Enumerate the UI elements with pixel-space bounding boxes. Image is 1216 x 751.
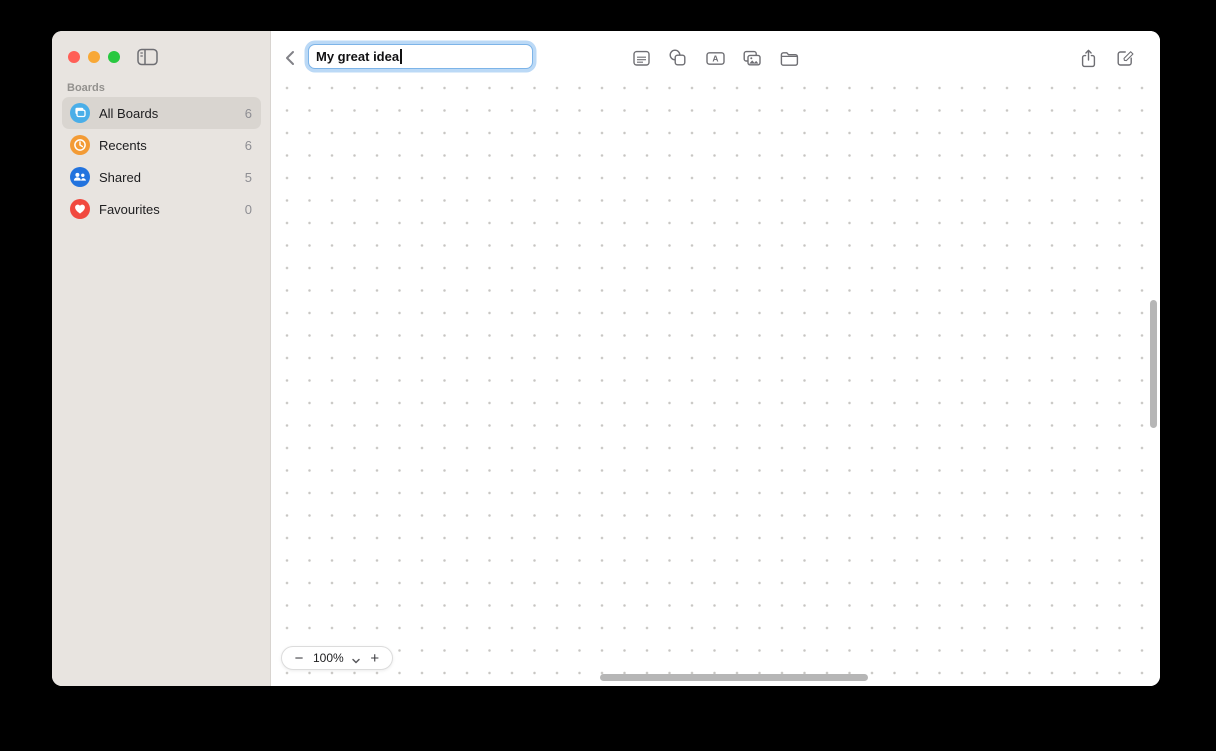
recents-clock-icon [70,135,90,155]
sidebar-item-all-boards[interactable]: All Boards 6 [62,97,261,129]
new-board-icon[interactable] [1114,47,1136,69]
board-title-text: My great idea [316,49,400,64]
note-icon[interactable] [630,47,652,69]
back-button[interactable] [281,48,301,68]
sidebar-toggle-icon[interactable] [137,48,159,66]
horizontal-scrollbar[interactable] [600,674,868,681]
sidebar-item-favourites[interactable]: Favourites 0 [62,193,261,225]
sidebar-nav: All Boards 6 Recents 6 Shared 5 Favourit… [62,97,261,225]
window-controls [68,51,120,63]
sidebar-item-count: 6 [244,105,252,121]
insert-tools: A [630,47,800,69]
vertical-scrollbar[interactable] [1150,300,1157,428]
board-title-input[interactable]: My great idea [308,44,533,69]
all-boards-icon [70,103,90,123]
window-actions [1077,47,1136,69]
sidebar-item-shared[interactable]: Shared 5 [62,161,261,193]
zoom-out-button[interactable]: − [292,651,306,666]
sidebar: Boards All Boards 6 Recents 6 Shared 5 F… [52,31,271,686]
board-canvas-area: My great idea A − 100% + [271,31,1160,686]
media-icon[interactable] [741,47,763,69]
zoom-in-button[interactable]: + [368,651,382,666]
favourites-heart-icon [70,199,90,219]
toolbar: My great idea A [271,31,1160,85]
sidebar-item-count: 6 [244,137,252,153]
zoom-level-label: 100% [313,651,344,665]
text-box-icon[interactable]: A [704,47,726,69]
svg-text:A: A [712,53,718,63]
share-icon[interactable] [1077,47,1099,69]
close-button[interactable] [68,51,80,63]
sidebar-item-label: Recents [99,137,147,153]
sidebar-item-count: 5 [244,169,252,185]
freeform-window: Boards All Boards 6 Recents 6 Shared 5 F… [52,31,1160,686]
text-caret [400,49,402,64]
dot-grid-canvas[interactable] [271,31,1160,686]
chevron-down-icon[interactable] [351,653,361,664]
zoom-control: − 100% + [281,646,393,670]
sidebar-item-recents[interactable]: Recents 6 [62,129,261,161]
insert-file-icon[interactable] [778,47,800,69]
shapes-icon[interactable] [667,47,689,69]
boards-section-label: Boards [67,82,105,94]
shared-people-icon [70,167,90,187]
zoom-button[interactable] [108,51,120,63]
sidebar-item-label: All Boards [99,105,159,121]
minimize-button[interactable] [88,51,100,63]
sidebar-item-count: 0 [244,201,252,217]
sidebar-item-label: Favourites [99,201,160,217]
sidebar-item-label: Shared [99,169,141,185]
